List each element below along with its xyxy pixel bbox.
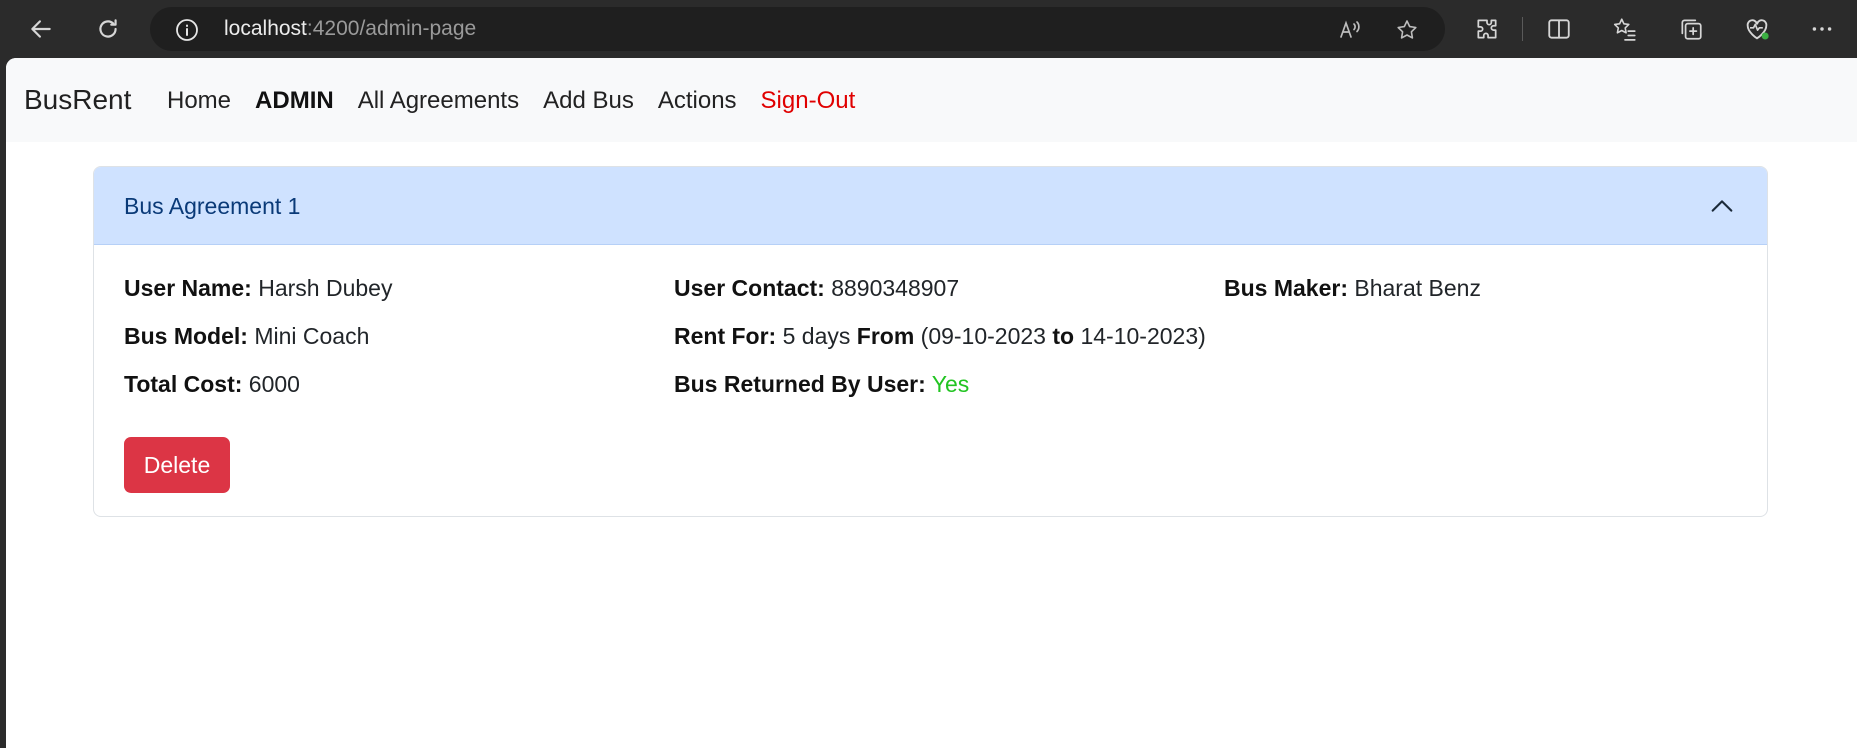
bus-model-label: Bus Model: bbox=[124, 323, 248, 349]
accordion-title: Bus Agreement 1 bbox=[124, 193, 301, 219]
bus-model-value: Mini Coach bbox=[254, 323, 370, 349]
bus-maker-value: Bharat Benz bbox=[1354, 275, 1481, 301]
nav-sign-out[interactable]: Sign-Out bbox=[761, 87, 856, 115]
bus-maker-label: Bus Maker: bbox=[1224, 275, 1348, 301]
extensions-icon[interactable] bbox=[1467, 9, 1507, 49]
brand-link[interactable]: BusRent bbox=[24, 84, 131, 116]
collections-icon[interactable] bbox=[1671, 9, 1711, 49]
bus-returned-field: Bus Returned By User: Yes bbox=[674, 371, 969, 398]
browser-toolbar: localhost:4200/admin-page bbox=[0, 0, 1857, 58]
bus-model-field: Bus Model: Mini Coach bbox=[124, 323, 369, 350]
total-cost-label: Total Cost: bbox=[124, 371, 243, 397]
to-label: to bbox=[1052, 323, 1075, 349]
nav-all-agreements[interactable]: All Agreements bbox=[358, 87, 519, 115]
address-bar[interactable]: localhost:4200/admin-page bbox=[150, 7, 1445, 51]
user-name-label: User Name: bbox=[124, 275, 252, 301]
nav-add-bus[interactable]: Add Bus bbox=[543, 87, 634, 115]
nav-admin[interactable]: ADMIN bbox=[255, 87, 334, 115]
split-screen-icon[interactable] bbox=[1539, 9, 1579, 49]
total-cost-value: 6000 bbox=[248, 371, 300, 397]
user-name-field: User Name: Harsh Dubey bbox=[124, 275, 392, 302]
user-contact-value: 8890348907 bbox=[831, 275, 960, 301]
bus-returned-label: Bus Returned By User: bbox=[674, 371, 926, 397]
rent-days-value: 5 days bbox=[782, 323, 851, 349]
read-aloud-icon[interactable] bbox=[1336, 16, 1364, 44]
total-cost-field: Total Cost: 6000 bbox=[124, 371, 300, 398]
refresh-icon[interactable] bbox=[88, 9, 128, 49]
address-url[interactable]: localhost:4200/admin-page bbox=[224, 17, 476, 41]
from-date-value: (09-10-2023 bbox=[920, 323, 1046, 349]
delete-button[interactable]: Delete bbox=[124, 437, 230, 493]
from-label: From bbox=[856, 323, 915, 349]
user-name-value: Harsh Dubey bbox=[258, 275, 393, 301]
bus-returned-value: Yes bbox=[931, 371, 970, 397]
nav-home[interactable]: Home bbox=[167, 87, 231, 115]
agreement-accordion: Bus Agreement 1 User Name: Harsh Dubey U… bbox=[93, 166, 1768, 517]
browser-essentials-icon[interactable] bbox=[1737, 9, 1777, 49]
back-icon[interactable] bbox=[21, 9, 61, 49]
toolbar-separator bbox=[1522, 17, 1523, 41]
info-icon[interactable] bbox=[174, 17, 200, 43]
bus-maker-field: Bus Maker: Bharat Benz bbox=[1224, 275, 1481, 302]
url-path: :4200/admin-page bbox=[306, 17, 477, 40]
more-options-icon[interactable] bbox=[1802, 9, 1842, 49]
accordion-header[interactable]: Bus Agreement 1 bbox=[94, 167, 1767, 245]
favorites-list-icon[interactable] bbox=[1605, 9, 1645, 49]
favorite-star-icon[interactable] bbox=[1393, 16, 1421, 44]
rent-for-label: Rent For: bbox=[674, 323, 777, 349]
rent-for-field: Rent For: 5 days From (09-10-2023 to 14-… bbox=[674, 323, 1206, 350]
nav-actions[interactable]: Actions bbox=[658, 87, 737, 115]
user-contact-label: User Contact: bbox=[674, 275, 825, 301]
user-contact-field: User Contact: 8890348907 bbox=[674, 275, 959, 302]
navbar: BusRent Home ADMIN All Agreements Add Bu… bbox=[6, 58, 1857, 142]
chevron-up-icon[interactable] bbox=[1707, 191, 1737, 221]
page-viewport: BusRent Home ADMIN All Agreements Add Bu… bbox=[6, 58, 1857, 748]
to-date-value: 14-10-2023) bbox=[1080, 323, 1206, 349]
url-host: localhost bbox=[224, 17, 307, 40]
nav-links: Home ADMIN All Agreements Add Bus Action… bbox=[167, 87, 855, 115]
